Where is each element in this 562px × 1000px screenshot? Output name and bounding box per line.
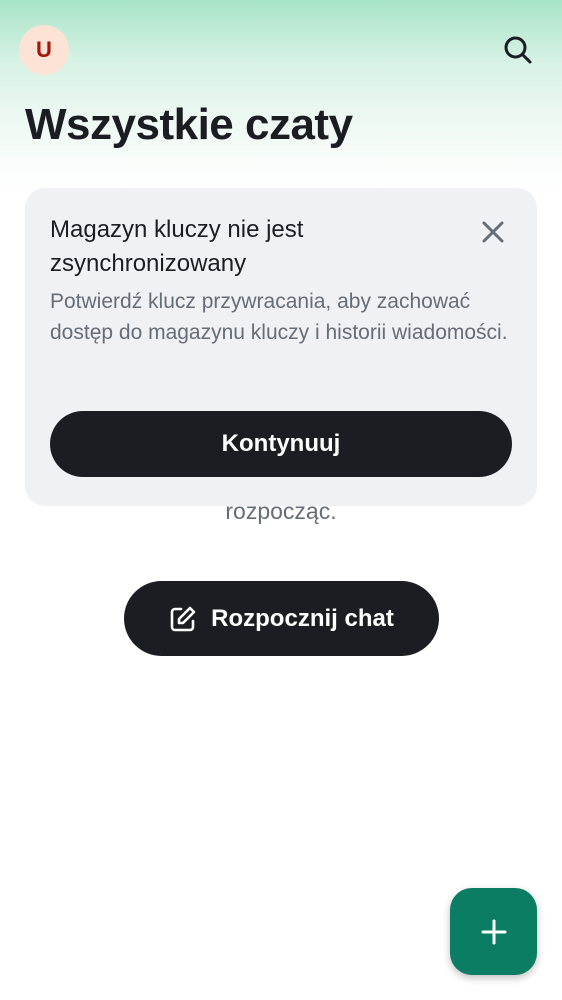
start-chat-button[interactable]: Rozpocznij chat xyxy=(124,581,439,656)
avatar[interactable]: U xyxy=(19,25,69,75)
close-icon xyxy=(482,221,504,243)
top-bar: U xyxy=(0,0,562,100)
plus-icon xyxy=(481,919,506,944)
search-button[interactable] xyxy=(496,28,540,72)
new-chat-fab[interactable] xyxy=(450,888,537,975)
banner-close-button[interactable] xyxy=(473,212,513,252)
banner-title: Magazyn kluczy nie jest zsynchronizowany xyxy=(50,216,304,277)
continue-button[interactable]: Kontynuuj xyxy=(50,411,512,477)
banner-description: Potwierdź klucz przywracania, aby zachow… xyxy=(50,290,508,344)
screen: U Wszystkie czaty rozpocząć. Rozpocznij … xyxy=(0,0,562,1000)
start-chat-label: Rozpocznij chat xyxy=(211,604,394,632)
key-storage-banner: Magazyn kluczy nie jest zsynchronizowany… xyxy=(25,188,537,506)
compose-icon xyxy=(170,606,196,631)
continue-label: Kontynuuj xyxy=(221,430,341,457)
search-icon xyxy=(504,36,532,64)
avatar-initial: U xyxy=(36,37,52,62)
page-title: Wszystkie czaty xyxy=(25,100,353,149)
